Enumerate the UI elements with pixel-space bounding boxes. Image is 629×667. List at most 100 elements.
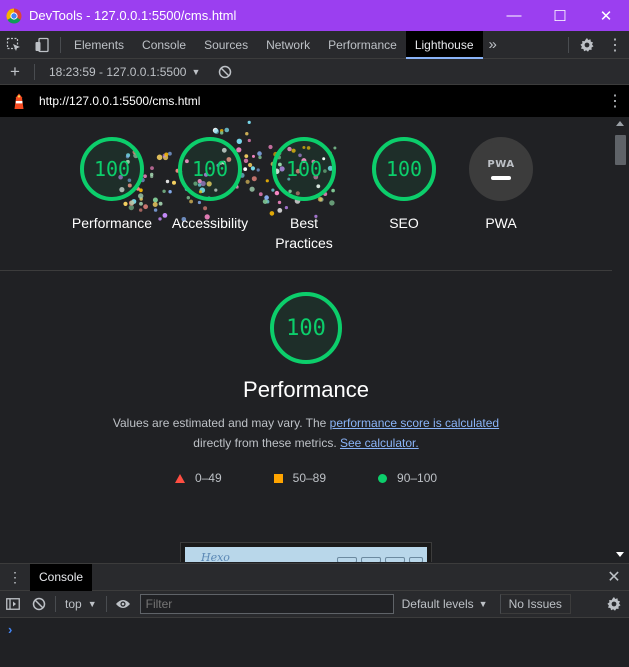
legend-item-pass: 90–100 <box>378 471 437 485</box>
tab-network[interactable]: Network <box>257 31 319 59</box>
screenshot-logo: Hexo <box>201 551 230 562</box>
score-gauge-accessibility[interactable]: 100 Accessibility <box>155 137 265 233</box>
window-title: DevTools - 127.0.0.1:5500/cms.html <box>29 8 237 23</box>
scroll-up-icon[interactable] <box>616 121 624 126</box>
average-square-icon <box>273 473 283 483</box>
customize-kebab-icon[interactable]: ⋮ <box>601 31 629 59</box>
live-expression-eye-icon[interactable] <box>110 591 136 618</box>
new-report-button[interactable]: + <box>0 62 30 82</box>
scroll-down-icon[interactable] <box>616 552 624 557</box>
console-toolbar: top ▼ Default levels ▼ No Issues <box>0 591 629 618</box>
tab-sources[interactable]: Sources <box>195 31 257 59</box>
pwa-badge: PWA <box>469 137 533 201</box>
desc-text: directly from these metrics. <box>193 436 340 450</box>
confetti-particle <box>245 132 249 136</box>
confetti-particle <box>212 127 218 133</box>
scrollbar-thumb[interactable] <box>615 135 626 165</box>
issues-button[interactable]: No Issues <box>499 594 571 614</box>
tab-lighthouse[interactable]: Lighthouse <box>405 30 483 59</box>
devtools-tab-bar: Elements Console Sources Network Perform… <box>0 30 629 59</box>
report-menu-kebab-icon[interactable]: ⋮ <box>601 91 629 111</box>
legend-range: 0–49 <box>194 471 222 485</box>
lighthouse-report-bar: + 18:23:59 - 127.0.0.1:5500 ▼ <box>0 59 629 85</box>
confetti-particle <box>220 129 224 133</box>
score-label: PWA <box>485 215 517 231</box>
fail-triangle-icon <box>174 473 185 483</box>
console-filter-input[interactable] <box>139 594 394 614</box>
tab-separator <box>568 36 569 53</box>
device-toolbar-icon[interactable] <box>28 31 56 59</box>
legend-item-fail: 0–49 <box>174 471 222 485</box>
tab-performance[interactable]: Performance <box>319 31 406 59</box>
inspect-element-icon[interactable] <box>0 31 28 59</box>
console-prompt-icon[interactable]: › <box>8 622 12 637</box>
score-gauge-seo[interactable]: 100 SEO <box>349 137 459 233</box>
pwa-badge-text: PWA <box>487 158 515 170</box>
screenshot-nav-item <box>361 557 381 562</box>
clear-console-icon[interactable] <box>26 591 52 618</box>
see-calculator-link[interactable]: See calculator. <box>340 436 419 450</box>
settings-gear-icon[interactable] <box>573 31 601 59</box>
drawer-tab-console[interactable]: Console <box>30 563 93 591</box>
report-scrollbar[interactable] <box>612 117 629 562</box>
tab-elements[interactable]: Elements <box>65 31 133 59</box>
performance-description: Values are estimated and may vary. The p… <box>0 413 612 453</box>
close-drawer-icon[interactable]: ✕ <box>599 567 629 587</box>
chevron-down-icon[interactable]: ▼ <box>191 67 200 77</box>
minimize-button[interactable]: — <box>491 0 537 31</box>
score-gauge-performance[interactable]: 100 Performance <box>57 137 167 233</box>
screenshot-nav-item <box>409 557 423 562</box>
tab-separator <box>60 36 61 53</box>
log-levels-value: Default levels <box>401 597 474 611</box>
pass-circle-icon <box>378 473 388 483</box>
pwa-dash-icon <box>491 175 511 180</box>
drawer-menu-kebab-icon[interactable]: ⋮ <box>0 569 30 586</box>
screenshot-nav-item <box>337 557 357 562</box>
console-settings-gear-icon[interactable] <box>599 596 629 612</box>
chevron-down-icon: ▼ <box>478 599 488 609</box>
final-screenshot-thumbnail[interactable]: Hexo <box>180 542 432 562</box>
score-legend: 0–49 50–89 90–100 <box>0 471 612 485</box>
screenshot-nav-item <box>385 557 405 562</box>
score-calculated-link[interactable]: performance score is calculated <box>330 416 499 430</box>
window-title-bar: DevTools - 127.0.0.1:5500/cms.html — ☐ ✕ <box>0 0 629 31</box>
toolbar-separator <box>105 596 107 612</box>
report-bar-separator <box>34 63 35 80</box>
close-window-button[interactable]: ✕ <box>583 0 629 31</box>
legend-item-average: 50–89 <box>273 471 327 485</box>
clear-reports-icon[interactable] <box>212 58 238 85</box>
score-gauge-best-practices[interactable]: 100 Best Practices <box>252 137 356 253</box>
desc-text: Values are estimated and may vary. The <box>112 416 330 430</box>
show-sidebar-icon[interactable] <box>0 591 26 618</box>
score-label: Best Practices <box>275 215 333 251</box>
console-output[interactable]: › <box>0 618 629 667</box>
screenshot-preview: Hexo <box>185 547 427 562</box>
tab-console[interactable]: Console <box>133 31 195 59</box>
log-levels-select[interactable]: Default levels ▼ <box>402 597 488 611</box>
report-session-select[interactable]: 18:23:59 - 127.0.0.1:5500 <box>49 65 186 79</box>
drawer-tab-bar: ⋮ Console ✕ <box>0 563 629 591</box>
lighthouse-report: 100 Performance 100 Accessibility 100 Be… <box>0 117 612 562</box>
score-ring: 100 <box>178 137 242 201</box>
score-ring: 100 <box>372 137 436 201</box>
score-label: SEO <box>389 215 419 231</box>
confetti-particle <box>224 127 230 133</box>
confetti-particle <box>213 128 219 134</box>
more-tabs-icon[interactable]: » <box>483 36 503 53</box>
chevron-down-icon: ▼ <box>87 599 97 609</box>
legend-range: 50–89 <box>292 471 327 485</box>
context-select[interactable]: top ▼ <box>59 597 103 611</box>
report-url-bar: http://127.0.0.1:5500/cms.html ⋮ <box>0 85 629 117</box>
score-gauge-pwa[interactable]: PWA PWA <box>446 137 556 233</box>
toolbar-separator <box>55 596 56 612</box>
chrome-icon <box>6 7 22 24</box>
lighthouse-logo-icon <box>14 93 24 109</box>
score-label: Accessibility <box>171 215 249 231</box>
maximize-button[interactable]: ☐ <box>537 0 583 31</box>
performance-title: Performance <box>243 377 369 402</box>
score-ring: 100 <box>272 137 336 201</box>
report-url: http://127.0.0.1:5500/cms.html <box>39 94 201 108</box>
confetti-particle <box>220 131 224 135</box>
context-value: top <box>65 597 82 611</box>
section-divider <box>0 270 612 271</box>
